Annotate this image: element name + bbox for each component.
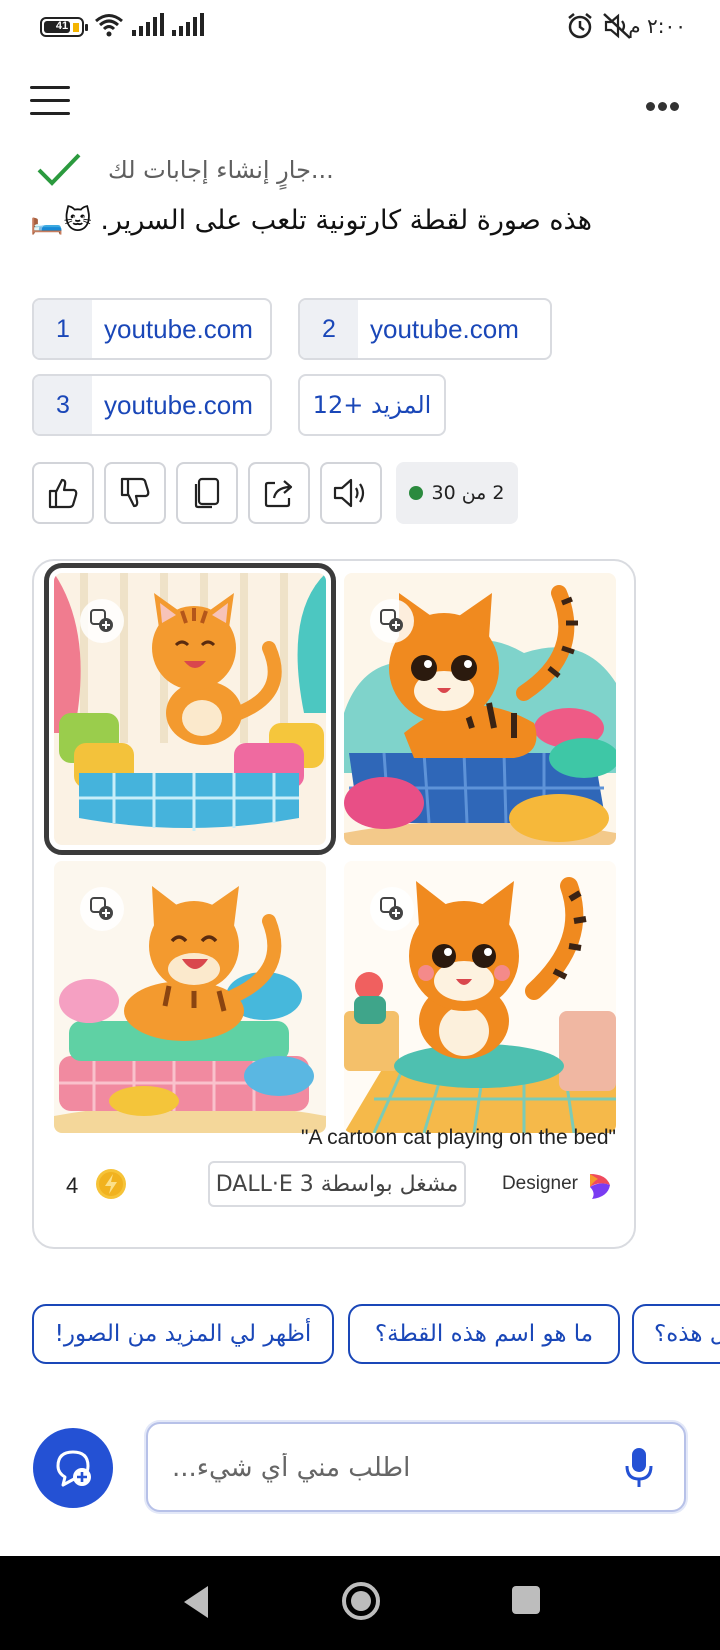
more-options-icon[interactable] xyxy=(646,96,686,111)
suggestion-cat-name[interactable]: ما هو اسم هذه القطة؟ xyxy=(348,1304,620,1364)
source-label: youtube.com xyxy=(104,313,253,344)
source-label: youtube.com xyxy=(104,389,253,420)
add-image-icon[interactable] xyxy=(80,599,124,643)
share-button[interactable] xyxy=(248,462,310,524)
source-chip-3[interactable]: 3 youtube.com xyxy=(32,374,272,436)
speaker-icon xyxy=(333,478,365,508)
suggestion-partial[interactable]: هل هذه؟ xyxy=(632,1304,720,1364)
designer-logo-icon xyxy=(590,1174,610,1199)
read-aloud-button[interactable] xyxy=(320,462,382,524)
chat-input[interactable] xyxy=(172,1444,592,1492)
generated-image-3[interactable] xyxy=(54,861,326,1133)
add-image-icon[interactable] xyxy=(370,887,414,931)
designer-label[interactable]: Designer xyxy=(502,1173,578,1195)
home-icon[interactable] xyxy=(340,1580,382,1622)
signal-icon-2 xyxy=(172,13,204,36)
dalle-badge: مشغل بواسطة DALL·E 3 xyxy=(208,1161,466,1207)
thumbs-down-button[interactable] xyxy=(104,462,166,524)
boost-count: 4 xyxy=(66,1173,79,1198)
image-results-card: "A cartoon cat playing on the bed" 4 مشغ… xyxy=(32,559,636,1249)
check-icon xyxy=(37,153,81,186)
source-number: 1 xyxy=(34,300,92,358)
generating-text: ...جارٍ إنشاء إجابات لك xyxy=(108,156,334,184)
share-icon xyxy=(264,480,293,508)
status-dot xyxy=(409,486,424,500)
new-chat-icon xyxy=(56,1450,91,1487)
answer-emoji: 🐱🛏️ xyxy=(30,205,92,236)
suggestion-more-images[interactable]: أظهر لي المزيد من الصور! xyxy=(32,1304,334,1364)
source-number: 3 xyxy=(34,376,92,434)
app-header xyxy=(0,56,720,146)
source-number: 2 xyxy=(300,300,358,358)
alarm-icon xyxy=(568,13,592,39)
generating-status: ...جارٍ إنشاء إجابات لك xyxy=(36,150,376,194)
signal-icon xyxy=(132,13,164,36)
answer-sentence: هذه صورة لقطة كارتونية تلعب على السرير. xyxy=(100,205,592,236)
thumbs-up-button[interactable] xyxy=(32,462,94,524)
suggestion-partial-text: هل هذه؟ xyxy=(654,1321,720,1347)
battery-level: 41 xyxy=(55,20,69,32)
back-icon[interactable] xyxy=(180,1584,210,1620)
copy-button[interactable] xyxy=(176,462,238,524)
generated-image-4[interactable] xyxy=(344,861,616,1133)
battery-icon: 41 xyxy=(40,17,88,37)
status-bar: 41 ٢:٠٠ م xyxy=(0,0,720,56)
microphone-icon[interactable] xyxy=(624,1446,654,1490)
generated-image-2[interactable] xyxy=(344,573,616,845)
boost-coin-icon[interactable] xyxy=(94,1167,128,1201)
copy-icon xyxy=(194,477,220,509)
more-sources-chip[interactable]: المزيد +12 xyxy=(298,374,446,436)
thumbs-up-icon xyxy=(48,478,78,509)
source-chip-1[interactable]: 1 youtube.com xyxy=(32,298,272,360)
chat-area: ...جارٍ إنشاء إجابات لك هذه صورة لقطة كا… xyxy=(0,146,720,1556)
generated-image-1[interactable] xyxy=(44,563,336,855)
recents-icon[interactable] xyxy=(510,1584,542,1616)
response-count-text: 2 من 30 xyxy=(431,482,505,504)
chat-input-container xyxy=(146,1422,686,1512)
hamburger-menu-icon[interactable] xyxy=(30,86,70,118)
response-counter: 2 من 30 xyxy=(396,462,518,524)
add-image-icon[interactable] xyxy=(370,599,414,643)
designer-footer: 4 مشغل بواسطة DALL·E 3 Designer xyxy=(34,1161,634,1211)
wifi-icon xyxy=(95,14,123,37)
system-nav-bar xyxy=(0,1556,720,1650)
source-label: youtube.com xyxy=(370,313,519,344)
thumbs-down-icon xyxy=(120,477,150,508)
answer-text: هذه صورة لقطة كارتونية تلعب على السرير. … xyxy=(30,204,670,236)
status-time: ٢:٠٠ م xyxy=(628,14,686,38)
image-caption: "A cartoon cat playing on the bed" xyxy=(301,1126,616,1149)
source-chip-2[interactable]: 2 youtube.com xyxy=(298,298,552,360)
add-image-icon[interactable] xyxy=(80,887,124,931)
new-topic-button[interactable] xyxy=(33,1428,113,1508)
